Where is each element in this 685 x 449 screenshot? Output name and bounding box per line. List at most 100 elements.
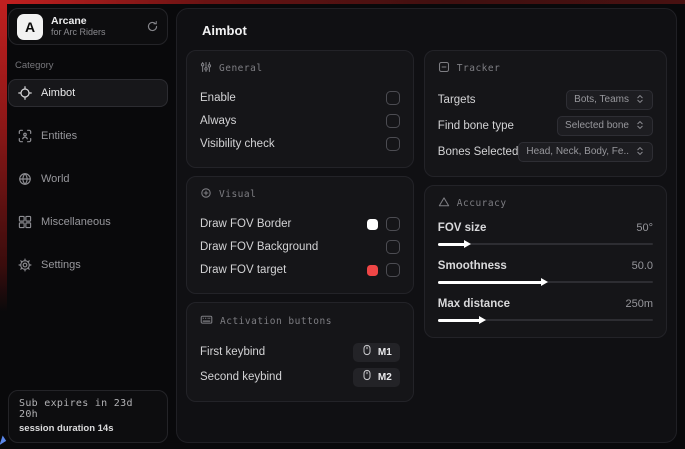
card-general-title: General — [200, 61, 400, 76]
row-first-keybind: First keybind M1 — [200, 340, 400, 364]
first-keybind-button[interactable]: M1 — [353, 343, 400, 362]
slider-label: Max distance — [438, 298, 510, 310]
slider-thumb[interactable] — [479, 316, 486, 324]
gear-icon — [18, 258, 32, 272]
row-draw-fov-border: Draw FOV Border — [200, 213, 400, 235]
row-label: Always — [200, 115, 236, 127]
sidebar-item-label: Miscellaneous — [41, 216, 111, 228]
enable-checkbox[interactable] — [386, 91, 400, 105]
subscription-box: Sub expires in 23d 20h session duration … — [8, 390, 168, 443]
smoothness-group: Smoothness 50.0 — [438, 260, 653, 287]
globe-icon — [18, 172, 32, 186]
brand-text: Arcane for Arc Riders — [51, 15, 138, 37]
card-visual-title: Visual — [200, 187, 400, 202]
dropdown-value: Head, Neck, Body, Fe.. — [526, 146, 629, 157]
unfold-icon — [635, 91, 645, 109]
slider-value: 250m — [625, 298, 653, 310]
sidebar-item-label: World — [41, 173, 70, 185]
sidebar-item-settings[interactable]: Settings — [8, 251, 168, 279]
row-label: Bones Selected — [438, 146, 519, 158]
find-bone-type-dropdown[interactable]: Selected bone — [557, 116, 653, 136]
row-bones-selected: Bones Selected Head, Neck, Body, Fe.. — [438, 139, 653, 164]
card-activation-buttons: Activation buttons First keybind M1 S — [186, 302, 414, 402]
sidebar-item-label: Settings — [41, 259, 81, 271]
row-find-bone-type: Find bone type Selected bone — [438, 113, 653, 138]
row-label: Find bone type — [438, 120, 514, 132]
session-duration-text: session duration 14s — [19, 423, 157, 434]
draw-fov-border-checkbox[interactable] — [386, 217, 400, 231]
bones-selected-dropdown[interactable]: Head, Neck, Body, Fe.. — [518, 142, 653, 162]
slider-fill — [438, 319, 481, 322]
brand-header: A Arcane for Arc Riders — [8, 8, 168, 45]
unfold-icon — [635, 143, 645, 161]
sidebar-item-label: Aimbot — [41, 87, 75, 99]
row-label: First keybind — [200, 346, 265, 358]
page-title: Aimbot — [202, 23, 668, 38]
sidebar-item-aimbot[interactable]: Aimbot — [8, 79, 168, 107]
mouse-icon — [361, 368, 373, 386]
mouse-icon — [361, 343, 373, 361]
always-checkbox[interactable] — [386, 114, 400, 128]
keybind-label: M2 — [378, 372, 392, 383]
card-tracker-title: Tracker — [438, 61, 653, 76]
row-draw-fov-target: Draw FOV target — [200, 259, 400, 281]
keybind-label: M1 — [378, 347, 392, 358]
refresh-icon[interactable] — [146, 20, 159, 33]
slider-value: 50° — [636, 222, 653, 234]
card-activation-title: Activation buttons — [200, 313, 400, 329]
fov-size-group: FOV size 50° — [438, 222, 653, 249]
sidebar-item-label: Entities — [41, 130, 77, 142]
backdrop-red-strip-top — [0, 0, 685, 4]
card-visual: Visual Draw FOV Border Draw FOV Backgrou… — [186, 176, 414, 294]
main-panel: Aimbot General Enable Always — [176, 8, 677, 443]
visibility-check-checkbox[interactable] — [386, 137, 400, 151]
card-accuracy: Accuracy FOV size 50° Smoothness — [424, 185, 667, 338]
row-label: Enable — [200, 92, 236, 104]
fov-target-color-swatch[interactable] — [367, 265, 378, 276]
sidebar-item-world[interactable]: World — [8, 165, 168, 193]
row-always: Always — [200, 110, 400, 132]
row-second-keybind: Second keybind M2 — [200, 365, 400, 389]
slider-value: 50.0 — [632, 260, 653, 272]
category-label: Category — [15, 60, 168, 71]
sliders-icon — [200, 61, 212, 76]
max-distance-group: Max distance 250m — [438, 298, 653, 325]
sidebar-item-miscellaneous[interactable]: Miscellaneous — [8, 208, 168, 236]
scan-icon — [18, 129, 32, 143]
row-label: Draw FOV Border — [200, 218, 291, 230]
row-label: Draw FOV target — [200, 264, 286, 276]
triangle-icon — [438, 196, 450, 211]
row-label: Second keybind — [200, 371, 282, 383]
crosshair-icon — [18, 86, 32, 100]
row-enable: Enable — [200, 87, 400, 109]
row-label: Targets — [438, 94, 476, 106]
slider-fill — [438, 281, 543, 284]
sub-expires-text: Sub expires in 23d 20h — [19, 398, 157, 420]
sidebar: A Arcane for Arc Riders Category Aimbot … — [8, 8, 168, 443]
tracker-box-icon — [438, 61, 450, 76]
draw-fov-background-checkbox[interactable] — [386, 240, 400, 254]
slider-thumb[interactable] — [541, 278, 548, 286]
smoothness-slider[interactable] — [438, 277, 653, 287]
second-keybind-button[interactable]: M2 — [353, 368, 400, 387]
card-general: General Enable Always Visibility check — [186, 50, 414, 168]
slider-label: FOV size — [438, 222, 487, 234]
row-draw-fov-background: Draw FOV Background — [200, 236, 400, 258]
game-cursor — [0, 435, 7, 446]
brand-title: Arcane — [51, 15, 138, 27]
unfold-icon — [635, 117, 645, 135]
fov-border-color-swatch[interactable] — [367, 219, 378, 230]
slider-thumb[interactable] — [464, 240, 471, 248]
draw-fov-target-checkbox[interactable] — [386, 263, 400, 277]
backdrop-red-strip-left — [0, 0, 7, 312]
row-label: Draw FOV Background — [200, 241, 318, 253]
fov-size-slider[interactable] — [438, 239, 653, 249]
slider-fill — [438, 243, 466, 246]
targets-dropdown[interactable]: Bots, Teams — [566, 90, 653, 110]
row-visibility-check: Visibility check — [200, 133, 400, 155]
card-tracker: Tracker Targets Bots, Teams Find bone — [424, 50, 667, 177]
row-targets: Targets Bots, Teams — [438, 87, 653, 112]
sidebar-item-entities[interactable]: Entities — [8, 122, 168, 150]
dropdown-value: Bots, Teams — [574, 94, 629, 105]
max-distance-slider[interactable] — [438, 315, 653, 325]
